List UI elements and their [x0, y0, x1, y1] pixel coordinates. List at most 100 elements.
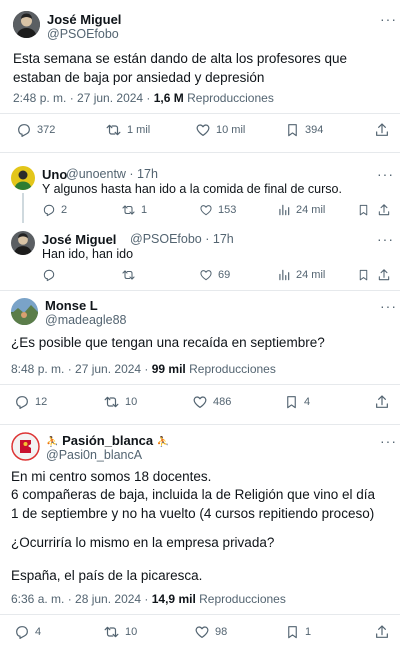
author-name-text: Pasión_blanca: [62, 433, 154, 448]
like-count: 153: [218, 204, 237, 216]
like-count: 98: [215, 626, 228, 638]
heart-icon: [199, 268, 213, 282]
tweet-text-line: ¿Ocurriría lo mismo en la empresa privad…: [11, 535, 275, 550]
retweet-count: 1 mil: [127, 124, 151, 136]
reply-bubble-icon: [14, 394, 30, 410]
share-upload-icon: [374, 122, 390, 138]
more-dots-icon[interactable]: ···: [377, 232, 394, 246]
share-button[interactable]: [374, 394, 390, 410]
heart-icon: [194, 624, 210, 640]
more-dots-icon[interactable]: ···: [380, 12, 397, 26]
views-count: 24 mil: [296, 204, 326, 216]
tweet-text-line: 6 compañeras de baja, incluida la de Rel…: [11, 487, 375, 521]
author-name[interactable]: Uno: [42, 167, 67, 182]
share-button[interactable]: [377, 203, 391, 217]
avatar[interactable]: [11, 166, 35, 190]
views-count: 99 mil: [151, 362, 186, 376]
reply-button[interactable]: 2: [42, 203, 67, 217]
share-upload-icon: [377, 268, 391, 282]
reply-button[interactable]: [42, 268, 56, 282]
more-dots-icon[interactable]: ···: [380, 434, 397, 448]
author-name[interactable]: José Miguel: [47, 12, 121, 27]
divider: [0, 113, 400, 114]
author-handle[interactable]: @Pasi0n_blancA: [46, 448, 142, 462]
reply-bubble-icon: [42, 203, 56, 217]
retweet-button[interactable]: 10: [103, 624, 137, 640]
share-upload-icon: [374, 394, 390, 410]
time-text[interactable]: 6:36 a. m. · 28 jun. 2024 ·: [11, 592, 152, 606]
heart-icon: [195, 122, 211, 138]
retweet-count: 10: [125, 626, 138, 638]
author-handle[interactable]: @unoentw · 17h: [66, 167, 158, 181]
more-dots-icon[interactable]: ···: [380, 299, 397, 313]
views-count: 1,6 M: [153, 91, 184, 105]
divider: [0, 152, 400, 153]
bookmark-button[interactable]: 4: [284, 394, 310, 410]
views-button[interactable]: 24 mil: [277, 268, 325, 282]
reply-count: 372: [37, 124, 56, 136]
reply-bubble-icon: [16, 122, 32, 138]
retweet-arrows-icon: [105, 122, 122, 138]
like-count: 10 mil: [216, 124, 246, 136]
person-shrug-icon: ⛹: [156, 437, 170, 448]
retweet-arrows-icon: [103, 624, 120, 640]
like-button[interactable]: 10 mil: [195, 122, 245, 138]
share-upload-icon: [374, 624, 390, 640]
bookmark-count: 4: [304, 396, 311, 408]
time-text[interactable]: 8:48 p. m. · 27 jun. 2024 ·: [11, 362, 152, 376]
share-upload-icon: [377, 203, 391, 217]
time-text[interactable]: 2:48 p. m. · 27 jun. 2024 ·: [13, 91, 154, 105]
views-label: Reproducciones: [195, 592, 286, 606]
tweet-timestamp: 8:48 p. m. · 27 jun. 2024 · 99 mil Repro…: [11, 362, 276, 376]
bookmark-button[interactable]: [357, 203, 370, 217]
avatar[interactable]: [13, 11, 40, 38]
reply-button[interactable]: 4: [14, 624, 41, 640]
retweet-button[interactable]: 1 mil: [105, 122, 150, 138]
tweet-text: ¿Es posible que tengan una recaída en se…: [11, 335, 325, 350]
reply-count: 2: [61, 204, 68, 216]
divider: [0, 424, 400, 425]
bookmark-count: 1: [305, 626, 312, 638]
analytics-bars-icon: [277, 268, 291, 282]
share-button[interactable]: [374, 624, 390, 640]
like-count: 69: [218, 269, 231, 281]
like-count: 486: [213, 396, 232, 408]
views-button[interactable]: 24 mil: [277, 203, 325, 217]
avatar[interactable]: [11, 432, 40, 461]
author-name[interactable]: José Miguel: [42, 232, 116, 247]
author-name[interactable]: ⛹ Pasión_blanca ⛹: [46, 433, 169, 448]
views-label: Reproducciones: [185, 362, 276, 376]
retweet-arrows-icon: [121, 268, 136, 282]
avatar[interactable]: [11, 298, 38, 325]
retweet-button[interactable]: 1: [121, 203, 147, 217]
reply-button[interactable]: 12: [14, 394, 47, 410]
tweet-text: Esta semana se están dando de alta los p…: [13, 51, 347, 85]
like-button[interactable]: 153: [199, 203, 236, 217]
reply-bubble-icon: [14, 624, 30, 640]
bookmark-button[interactable]: 1: [285, 624, 311, 640]
heart-icon: [192, 394, 208, 410]
like-button[interactable]: 69: [199, 268, 230, 282]
reply-text: Han ido, han ido: [42, 247, 134, 261]
like-button[interactable]: 486: [192, 394, 231, 410]
like-button[interactable]: 98: [194, 624, 227, 640]
more-dots-icon[interactable]: ···: [377, 167, 394, 181]
author-handle[interactable]: @PSOEfobo: [47, 27, 119, 41]
retweet-button[interactable]: 10: [103, 394, 137, 410]
share-button[interactable]: [374, 122, 390, 138]
share-button[interactable]: [377, 268, 391, 282]
author-handle[interactable]: @madeagle88: [45, 313, 127, 327]
retweet-button[interactable]: [121, 268, 136, 282]
reply-count: 12: [35, 396, 48, 408]
avatar[interactable]: [11, 231, 35, 255]
author-name[interactable]: Monse L: [45, 298, 98, 313]
bookmark-button[interactable]: [357, 268, 370, 282]
bookmark-icon: [357, 203, 370, 217]
author-handle[interactable]: @PSOEfobo · 17h: [130, 232, 234, 246]
tweet-text-line: En mi centro somos 18 docentes.: [11, 469, 212, 484]
retweet-count: 1: [141, 204, 148, 216]
reply-button[interactable]: 372: [16, 122, 55, 138]
bookmark-button[interactable]: 394: [285, 122, 323, 138]
bookmark-count: 394: [305, 124, 324, 136]
divider: [0, 384, 400, 385]
